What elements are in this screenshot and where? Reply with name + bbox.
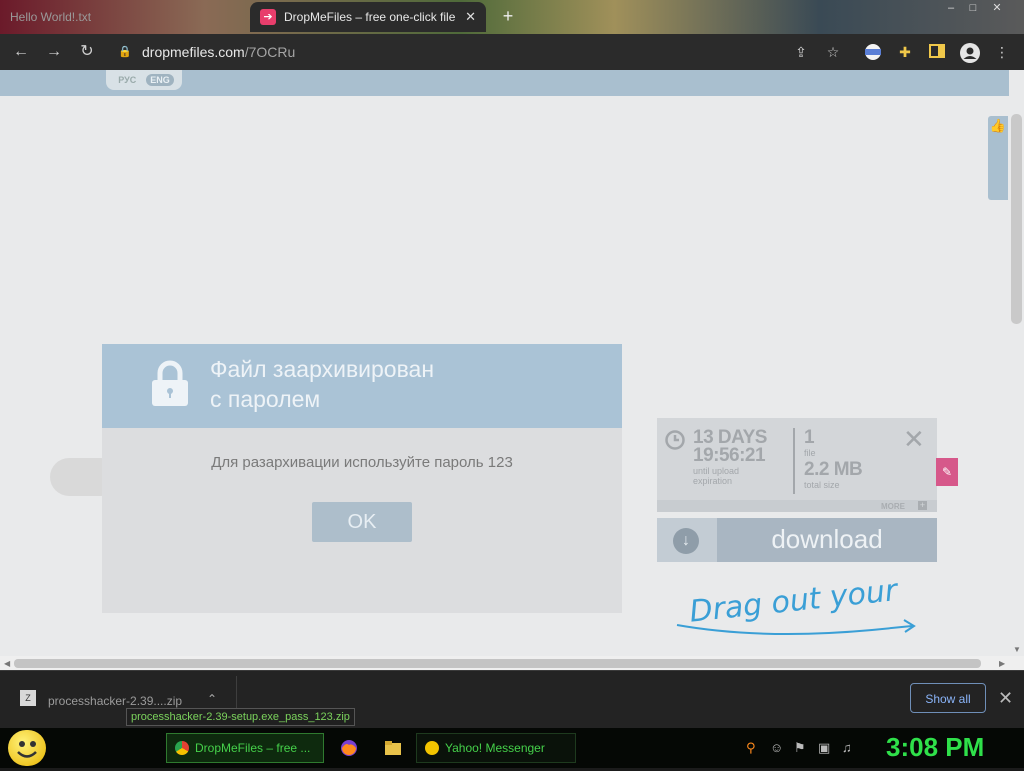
search-tray-icon[interactable]: ⚲ [746, 740, 756, 756]
volume-tray-icon[interactable]: ♫ [842, 740, 852, 755]
more-link[interactable]: MORE [881, 502, 905, 511]
language-switcher: РУС ENG [106, 70, 182, 90]
download-icon-box: ↓ [657, 518, 717, 562]
password-modal: Файл заархивирован с паролем Для разархи… [102, 344, 622, 613]
feedback-tag-icon[interactable]: ✎ [936, 458, 958, 486]
plus-icon[interactable]: + [918, 501, 927, 510]
file-count: 1 [804, 427, 815, 448]
zip-file-icon: Z [20, 690, 36, 706]
ok-button[interactable]: OK [312, 502, 412, 542]
lock-icon: 🔒 [118, 46, 132, 58]
close-window-button[interactable]: ✕ [986, 0, 1008, 18]
network-tray-icon[interactable]: ▣ [818, 740, 830, 756]
flag-tray-icon[interactable]: ⚑ [794, 740, 806, 756]
modal-title: Файл заархивирован с паролем [210, 354, 570, 414]
close-icon[interactable]: ✕ [903, 424, 925, 455]
vertical-scroll-thumb[interactable] [1011, 114, 1022, 324]
messenger-tray-icon[interactable]: ☺ [770, 740, 783, 755]
browser-menu-icon[interactable]: ⋮ [993, 43, 1011, 61]
maximize-button[interactable]: □ [962, 0, 984, 18]
total-size-label: total size [804, 480, 840, 490]
expiry-time: 19:56:21 [693, 445, 766, 466]
modal-title-line1: Файл заархивирован [210, 356, 435, 382]
scroll-right-icon[interactable]: ▶ [999, 659, 1005, 668]
taskbar-item-yahoo-messenger[interactable]: Yahoo! Messenger [416, 733, 576, 763]
close-shelf-icon[interactable]: ✕ [998, 688, 1013, 709]
clock-icon [665, 430, 685, 450]
downloaded-file-name[interactable]: processhacker-2.39....zip [48, 694, 182, 708]
url-path: /7OCRu [244, 44, 296, 60]
url-host: dropmefiles.com [142, 44, 245, 60]
back-arrow-icon[interactable]: ← [10, 42, 32, 62]
taskbar-clock[interactable]: 3:08 PM [886, 732, 984, 763]
side-panel-icon[interactable] [928, 43, 946, 61]
start-smiley-icon[interactable] [8, 730, 46, 766]
firefox-icon[interactable] [340, 739, 358, 757]
scroll-left-icon[interactable]: ◀ [4, 659, 10, 668]
forward-arrow-icon[interactable]: → [43, 42, 65, 62]
folder-icon[interactable] [384, 739, 402, 757]
address-bar[interactable]: 🔒 dropmefiles.com/7OCRu [108, 40, 848, 64]
lock-icon [152, 360, 188, 406]
drag-out-hint: Drag out your [676, 573, 916, 635]
thumbs-up-icon[interactable]: 👍 [988, 116, 1008, 200]
file-count-label: file [804, 448, 816, 458]
profile-avatar-icon[interactable] [960, 43, 980, 63]
file-name-tooltip: processhacker-2.39-setup.exe_pass_123.zi… [126, 708, 355, 726]
expiry-label-2: expiration [693, 476, 733, 486]
tab-title: Hello World!.txt [10, 10, 92, 24]
minimize-button[interactable]: – [940, 0, 962, 18]
yahoo-smiley-icon [425, 741, 439, 755]
file-info-panel: 13 DAYS 19:56:21 until upload expiration… [657, 418, 937, 512]
horizontal-scroll-thumb[interactable] [14, 659, 981, 668]
info-separator [793, 428, 795, 494]
new-tab-button[interactable]: + [496, 6, 520, 27]
tab-title: DropMeFiles – free one-click file [284, 10, 456, 24]
modal-header: Файл заархивирован с паролем [102, 344, 622, 428]
total-size: 2.2 MB [804, 459, 863, 480]
share-icon[interactable]: ⇪ [792, 43, 810, 61]
lang-option-ru[interactable]: РУС [114, 74, 140, 86]
extensions-puzzle-icon[interactable]: ✚ [896, 43, 914, 61]
tab-hello-world[interactable]: Hello World!.txt [0, 2, 246, 32]
download-button[interactable]: ↓ download [657, 518, 937, 562]
bookmark-star-icon[interactable]: ☆ [824, 43, 842, 61]
download-label: download [771, 524, 883, 554]
taskbar-item-label: Yahoo! Messenger [445, 741, 545, 755]
modal-title-line2: с паролем [210, 386, 321, 412]
download-arrow-icon: ↓ [673, 528, 699, 554]
modal-message: Для разархивации используйте пароль 123 [211, 454, 513, 471]
scroll-down-icon[interactable]: ▼ [1013, 645, 1021, 654]
taskbar-item-chrome[interactable]: DropMeFiles – free ... [166, 733, 324, 763]
page-content: РУС ENG Файл заархивирован с паролем Для… [0, 70, 1009, 656]
expiry-label-1: until upload [693, 466, 740, 476]
drag-out-text: Drag out your [688, 573, 901, 630]
chevron-up-icon[interactable]: ⌃ [207, 692, 217, 706]
dropmefiles-favicon-icon: ➔ [260, 9, 276, 25]
tab-close-icon[interactable]: ✕ [465, 9, 476, 25]
reload-icon[interactable]: ↻ [76, 42, 98, 62]
lang-option-en[interactable]: ENG [146, 74, 174, 86]
taskbar-item-label: DropMeFiles – free ... [195, 741, 311, 755]
chrome-icon [175, 741, 189, 755]
show-all-button[interactable]: Show all [910, 683, 986, 713]
tab-dropmefiles[interactable]: ➔ DropMeFiles – free one-click file ✕ [250, 2, 486, 32]
extension-flag-icon[interactable] [864, 43, 882, 61]
